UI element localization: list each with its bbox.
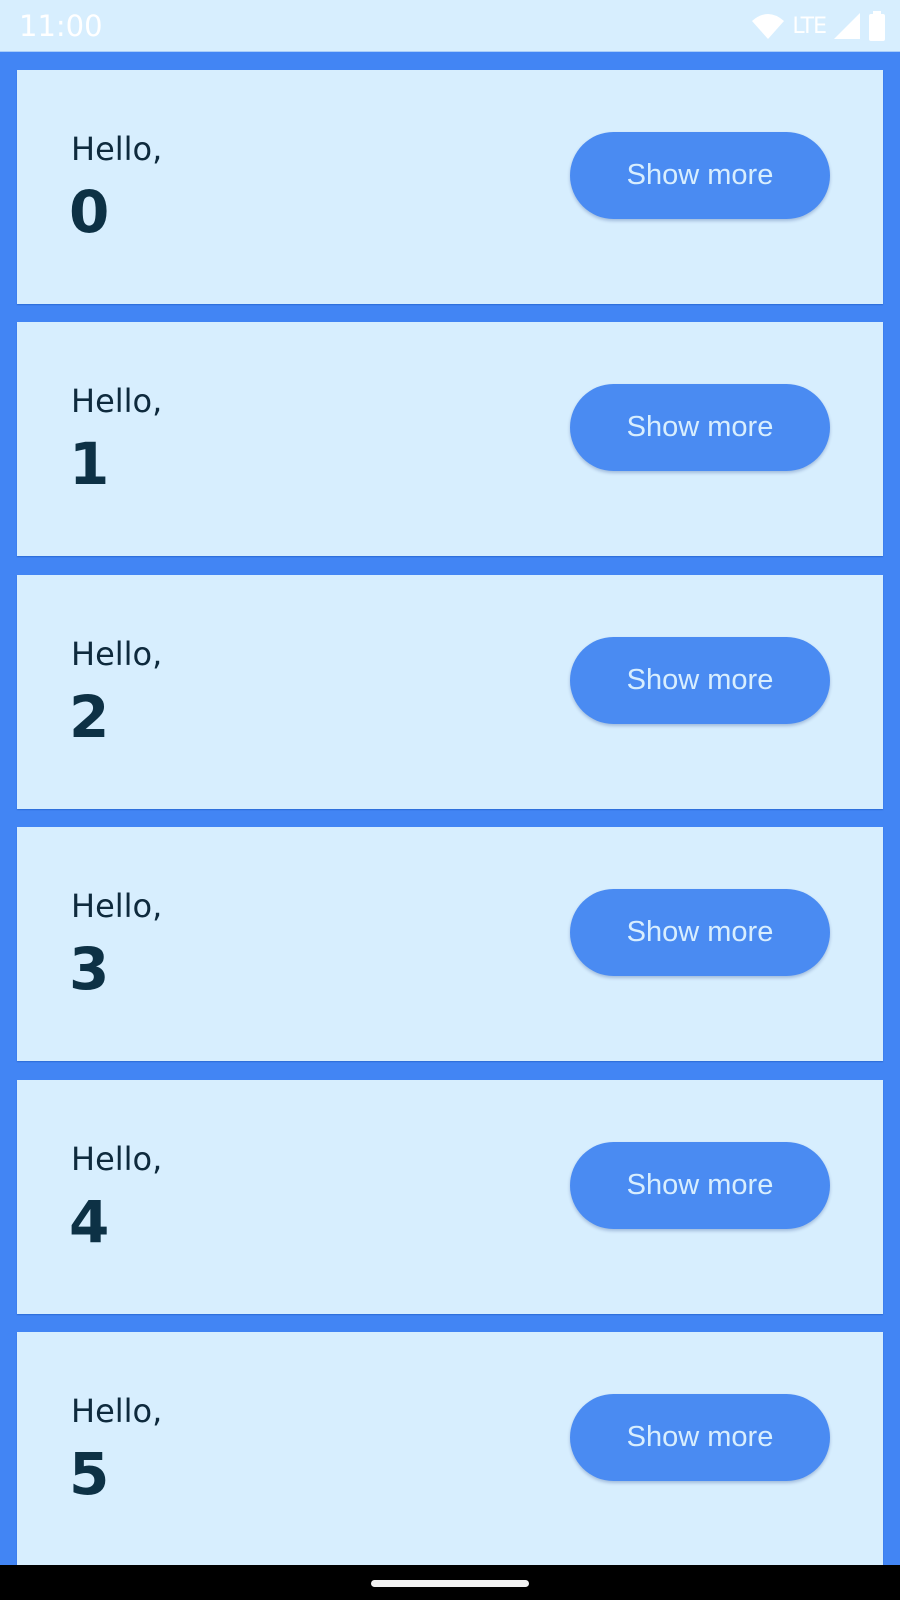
item-number: 4: [69, 1188, 110, 1256]
status-bar: 11:00 LTE: [0, 0, 900, 52]
list-item-card: Hello, 3 Show more: [17, 827, 883, 1061]
greeting-label: Hello,: [71, 635, 163, 673]
item-number: 2: [69, 683, 110, 751]
home-indicator[interactable]: [371, 1580, 529, 1587]
list-item-card: Hello, 0 Show more: [17, 70, 883, 304]
wifi-icon: [752, 13, 785, 39]
show-more-button[interactable]: Show more: [570, 384, 830, 471]
show-more-button[interactable]: Show more: [570, 1142, 830, 1229]
greeting-label: Hello,: [71, 130, 163, 168]
card-list[interactable]: Hello, 0 Show more Hello, 1 Show more He…: [0, 52, 900, 1565]
status-time: 11:00: [19, 9, 103, 43]
show-more-button[interactable]: Show more: [570, 132, 830, 219]
navigation-bar: [0, 1565, 900, 1600]
list-item-card: Hello, 4 Show more: [17, 1080, 883, 1314]
greeting-label: Hello,: [71, 1392, 163, 1430]
item-number: 5: [69, 1440, 110, 1508]
list-item-card: Hello, 1 Show more: [17, 322, 883, 556]
show-more-button[interactable]: Show more: [570, 889, 830, 976]
list-item-card: Hello, 2 Show more: [17, 575, 883, 809]
item-number: 0: [69, 178, 110, 246]
status-icons: LTE: [752, 10, 886, 42]
item-number: 1: [69, 430, 110, 498]
item-number: 3: [69, 935, 110, 1003]
greeting-label: Hello,: [71, 887, 163, 925]
greeting-label: Hello,: [71, 1140, 163, 1178]
greeting-label: Hello,: [71, 382, 163, 420]
list-item-card: Hello, 5 Show more: [17, 1332, 883, 1565]
battery-icon: [868, 11, 886, 41]
signal-icon: [834, 13, 860, 39]
lte-icon: LTE: [792, 13, 827, 39]
show-more-button[interactable]: Show more: [570, 637, 830, 724]
show-more-button[interactable]: Show more: [570, 1394, 830, 1481]
